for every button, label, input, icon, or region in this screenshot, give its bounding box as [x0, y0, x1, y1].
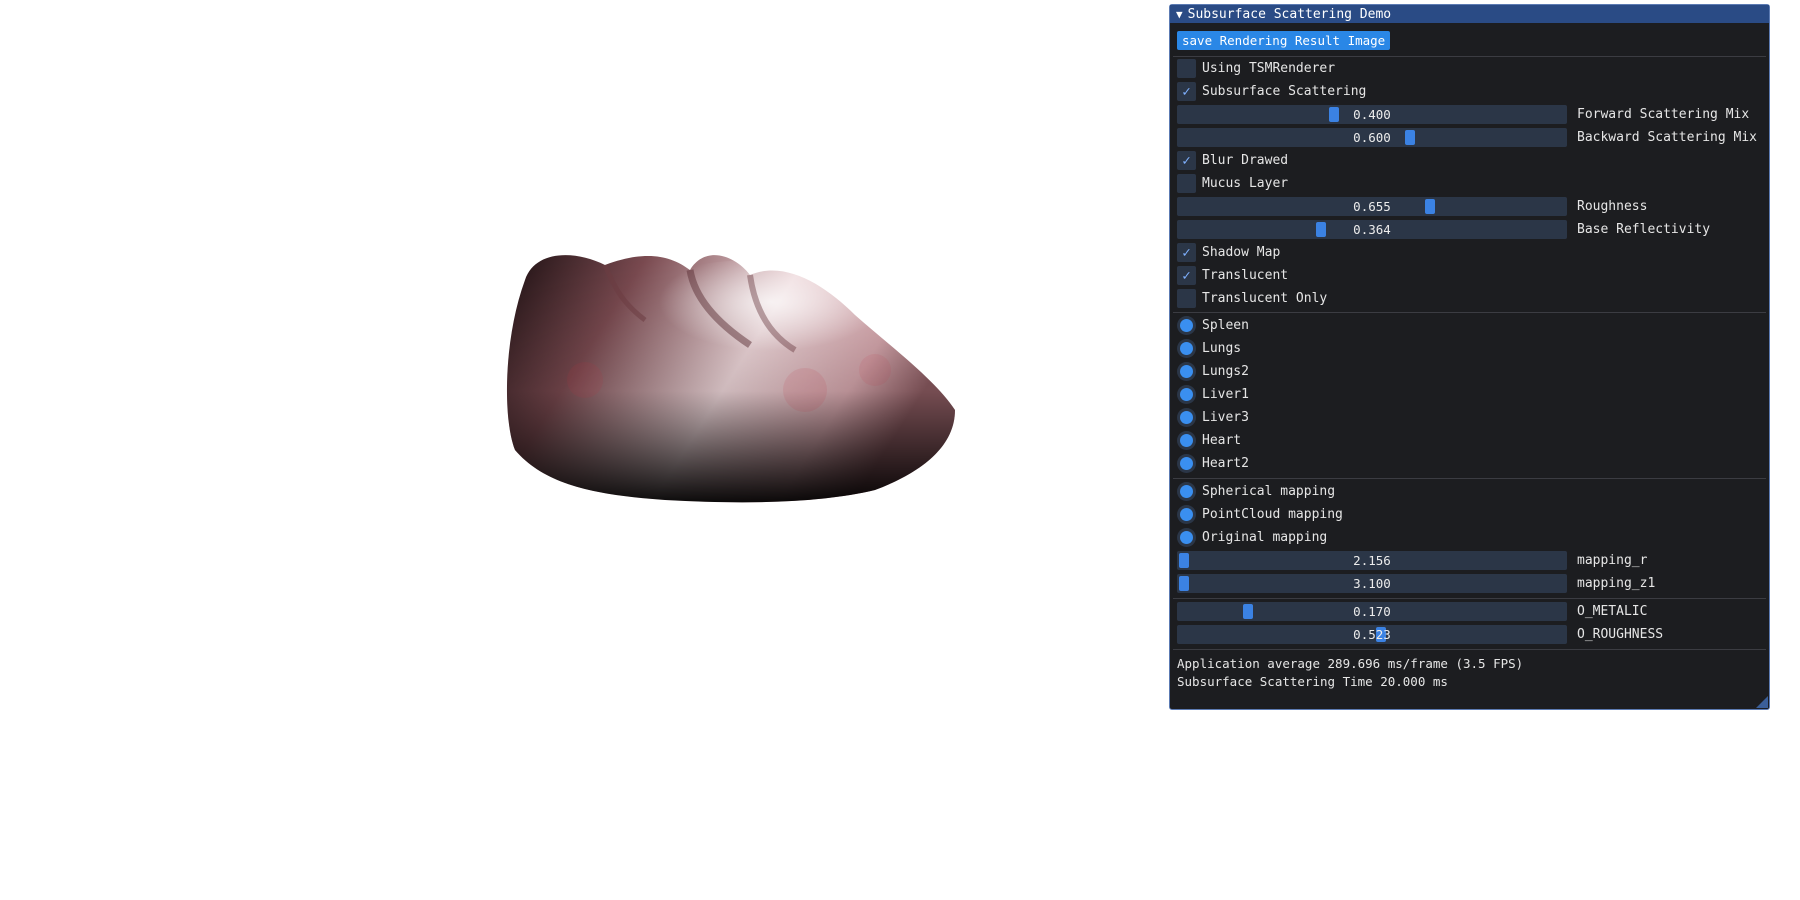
fps-stat-text: Application average 289.696 ms/frame (3.…: [1177, 656, 1524, 671]
slider-mapping-r[interactable]: 2.156 mapping_r: [1177, 551, 1647, 570]
radio-label: Original mapping: [1202, 530, 1328, 545]
slider-value: 0.600: [1353, 130, 1391, 145]
slider-value: 3.100: [1353, 576, 1391, 591]
slider-o-metalic[interactable]: 0.170 O_METALIC: [1177, 602, 1647, 621]
radio-button[interactable]: [1177, 505, 1196, 524]
radio-label: Liver3: [1202, 410, 1249, 425]
checkbox-label: Translucent Only: [1202, 291, 1328, 306]
radio-heart[interactable]: Heart: [1177, 431, 1241, 450]
radio-lungs2[interactable]: Lungs2: [1177, 362, 1249, 381]
checkbox-translucent-only[interactable]: Translucent Only: [1177, 289, 1327, 308]
settings-panel: ▼ Subsurface Scattering Demo save Render…: [1169, 4, 1770, 710]
radio-button[interactable]: [1177, 431, 1196, 450]
radio-label: Heart: [1202, 433, 1242, 448]
radio-label: Heart2: [1202, 456, 1249, 471]
slider-base-reflectivity[interactable]: 0.364 Base Reflectivity: [1177, 220, 1710, 239]
slider-value: 2.156: [1353, 553, 1391, 568]
radio-button[interactable]: [1177, 316, 1196, 335]
radio-spherical-mapping[interactable]: Spherical mapping: [1177, 482, 1335, 501]
slider-value: 0.523: [1353, 627, 1391, 642]
radio-label: Spleen: [1202, 318, 1249, 333]
slider-o-roughness[interactable]: 0.523 O_ROUGHNESS: [1177, 625, 1663, 644]
slider-backward-scattering-mix[interactable]: 0.600 Backward Scattering Mix: [1177, 128, 1757, 147]
checkbox-label: Shadow Map: [1202, 245, 1281, 260]
checkbox-blur-drawed[interactable]: ✓ Blur Drawed: [1177, 151, 1288, 170]
radio-pointcloud-mapping[interactable]: PointCloud mapping: [1177, 505, 1343, 524]
slider-label: Backward Scattering Mix: [1577, 130, 1758, 145]
radio-label: Liver1: [1202, 387, 1249, 402]
face-mask-model: [506, 255, 955, 503]
slider-forward-scattering-mix[interactable]: 0.400 Forward Scattering Mix: [1177, 105, 1749, 124]
save-image-button[interactable]: save Rendering Result Image: [1177, 31, 1391, 50]
radio-spleen[interactable]: Spleen: [1177, 316, 1249, 335]
checkbox-box[interactable]: [1177, 59, 1196, 78]
separator: [1173, 312, 1766, 313]
slider-roughness[interactable]: 0.655 Roughness: [1177, 197, 1647, 216]
radio-lungs[interactable]: Lungs: [1177, 339, 1241, 358]
slider-value: 0.400: [1353, 107, 1391, 122]
slider-label: O_ROUGHNESS: [1577, 627, 1664, 642]
radio-button[interactable]: [1177, 454, 1196, 473]
slider-label: mapping_z1: [1577, 576, 1656, 591]
radio-button[interactable]: [1177, 385, 1196, 404]
slider-value: 0.170: [1353, 604, 1391, 619]
slider-value: 0.364: [1353, 222, 1391, 237]
checkbox-translucent[interactable]: ✓ Translucent: [1177, 266, 1288, 285]
checkbox-subsurface-scattering[interactable]: ✓ Subsurface Scattering: [1177, 82, 1366, 101]
checkbox-mucus-layer[interactable]: Mucus Layer: [1177, 174, 1288, 193]
checkbox-label: Blur Drawed: [1202, 153, 1289, 168]
radio-button[interactable]: [1177, 408, 1196, 427]
checkbox-box[interactable]: ✓: [1177, 82, 1196, 101]
slider-label: Roughness: [1577, 199, 1648, 214]
separator: [1173, 56, 1766, 57]
radio-label: Spherical mapping: [1202, 484, 1336, 499]
separator: [1173, 478, 1766, 479]
checkbox-box[interactable]: [1177, 174, 1196, 193]
radio-liver3[interactable]: Liver3: [1177, 408, 1249, 427]
checkbox-label: Translucent: [1202, 268, 1289, 283]
checkbox-label: Subsurface Scattering: [1202, 84, 1367, 99]
slider-label: Base Reflectivity: [1577, 222, 1711, 237]
checkbox-using-tsmrenderer[interactable]: Using TSMRenderer: [1177, 59, 1335, 78]
radio-label: PointCloud mapping: [1202, 507, 1343, 522]
checkbox-box[interactable]: ✓: [1177, 151, 1196, 170]
checkbox-label: Using TSMRenderer: [1202, 61, 1336, 76]
checkbox-box[interactable]: [1177, 289, 1196, 308]
resize-grip-icon[interactable]: [1756, 696, 1768, 708]
radio-button[interactable]: [1177, 362, 1196, 381]
radio-original-mapping[interactable]: Original mapping: [1177, 528, 1327, 547]
radio-liver1[interactable]: Liver1: [1177, 385, 1249, 404]
slider-value: 0.655: [1353, 199, 1391, 214]
checkbox-shadow-map[interactable]: ✓ Shadow Map: [1177, 243, 1280, 262]
radio-heart2[interactable]: Heart2: [1177, 454, 1249, 473]
slider-label: O_METALIC: [1577, 604, 1648, 619]
slider-label: Forward Scattering Mix: [1577, 107, 1750, 122]
collapse-triangle-icon[interactable]: ▼: [1176, 8, 1183, 21]
checkbox-box[interactable]: ✓: [1177, 243, 1196, 262]
radio-label: Lungs: [1202, 341, 1242, 356]
separator: [1173, 649, 1766, 650]
checkbox-box[interactable]: ✓: [1177, 266, 1196, 285]
slider-mapping-z1[interactable]: 3.100 mapping_z1: [1177, 574, 1655, 593]
checkbox-label: Mucus Layer: [1202, 176, 1289, 191]
separator: [1173, 598, 1766, 599]
radio-label: Lungs2: [1202, 364, 1249, 379]
radio-button[interactable]: [1177, 339, 1196, 358]
panel-titlebar[interactable]: ▼ Subsurface Scattering Demo: [1170, 5, 1769, 23]
radio-button[interactable]: [1177, 482, 1196, 501]
slider-label: mapping_r: [1577, 553, 1648, 568]
radio-button[interactable]: [1177, 528, 1196, 547]
panel-title: Subsurface Scattering Demo: [1187, 6, 1392, 22]
sss-time-stat-text: Subsurface Scattering Time 20.000 ms: [1177, 674, 1448, 689]
